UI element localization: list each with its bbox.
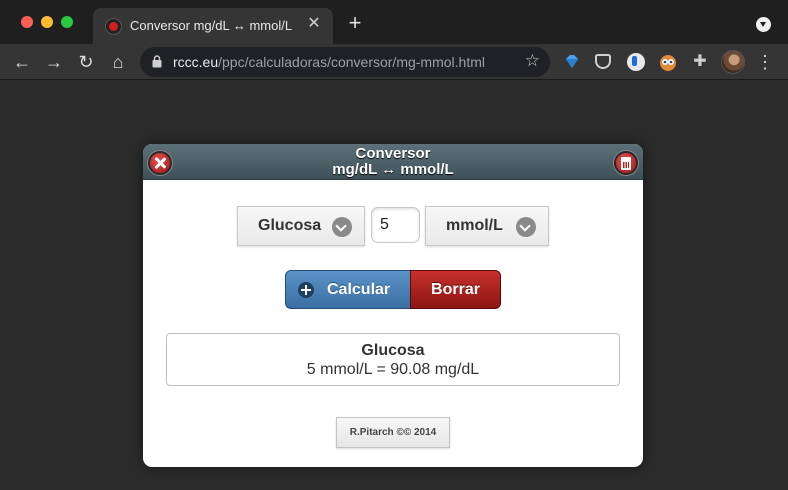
minimize-window-icon[interactable] — [41, 16, 53, 28]
unit-select[interactable]: mmol/L — [425, 206, 549, 246]
substance-select[interactable]: Glucosa — [237, 206, 365, 246]
dialog-subtitle: mg/dL ↔ mmol/L — [332, 161, 454, 178]
unit-select-label: mmol/L — [446, 217, 503, 234]
calculate-button[interactable]: Calcular — [285, 270, 411, 309]
chevron-down-icon — [516, 217, 536, 237]
browser-titlebar: Conversor mg/dL ↔ mmol/L ✕ + — [0, 0, 788, 44]
value-input[interactable] — [371, 207, 420, 243]
calculate-button-label: Calcular — [327, 281, 391, 298]
close-icon[interactable] — [148, 151, 172, 175]
back-icon[interactable]: ← — [10, 50, 34, 74]
result-title: Glucosa — [361, 342, 425, 359]
credit-button[interactable]: R.Pitarch ©© 2014 — [336, 417, 450, 448]
result-box: Glucosa 5 mmol/L = 90.08 mg/dL — [166, 333, 620, 386]
pocket-extension-icon[interactable] — [595, 54, 611, 69]
tab-search-icon[interactable] — [756, 17, 771, 32]
clear-button[interactable]: Borrar — [410, 270, 501, 309]
substance-select-label: Glucosa — [258, 217, 322, 234]
url-text: rccc.eu/ppc/calculadoras/conversor/mg-mm… — [173, 54, 485, 70]
converter-dialog: Conversor mg/dL ↔ mmol/L Glucosa mmol/L … — [143, 144, 643, 467]
profile-avatar[interactable] — [721, 50, 745, 74]
plus-icon — [298, 282, 314, 298]
home-icon[interactable]: ⌂ — [106, 50, 130, 74]
dialog-title: Conversor — [355, 145, 431, 162]
owl-extension-icon[interactable] — [658, 52, 678, 72]
chevron-down-icon — [332, 217, 352, 237]
site-favicon-icon — [105, 18, 122, 35]
result-text: 5 mmol/L = 90.08 mg/dL — [306, 361, 480, 378]
address-bar[interactable]: rccc.eu/ppc/calculadoras/conversor/mg-mm… — [140, 47, 550, 77]
menu-kebab-icon[interactable]: ⋮ — [756, 50, 774, 74]
maximize-window-icon[interactable] — [61, 16, 73, 28]
password-manager-extension-icon[interactable] — [627, 53, 645, 71]
gem-extension-icon[interactable] — [562, 52, 582, 72]
browser-toolbar: ← → ↻ ⌂ rccc.eu/ppc/calculadoras/convers… — [0, 44, 788, 80]
dialog-header: Conversor mg/dL ↔ mmol/L — [143, 144, 643, 180]
close-tab-icon[interactable]: ✕ — [305, 15, 323, 33]
lock-icon — [152, 55, 162, 68]
browser-tab[interactable]: Conversor mg/dL ↔ mmol/L ✕ — [93, 8, 333, 44]
close-window-icon[interactable] — [21, 16, 33, 28]
reload-icon[interactable]: ↻ — [74, 50, 98, 74]
calculator-icon[interactable] — [614, 151, 638, 175]
tab-title: Conversor mg/dL ↔ mmol/L — [130, 18, 293, 33]
new-tab-icon[interactable]: + — [344, 12, 366, 34]
extensions-puzzle-icon[interactable]: ✚ — [690, 52, 710, 72]
bookmark-star-icon[interactable]: ☆ — [525, 51, 540, 71]
forward-icon[interactable]: → — [42, 50, 66, 74]
